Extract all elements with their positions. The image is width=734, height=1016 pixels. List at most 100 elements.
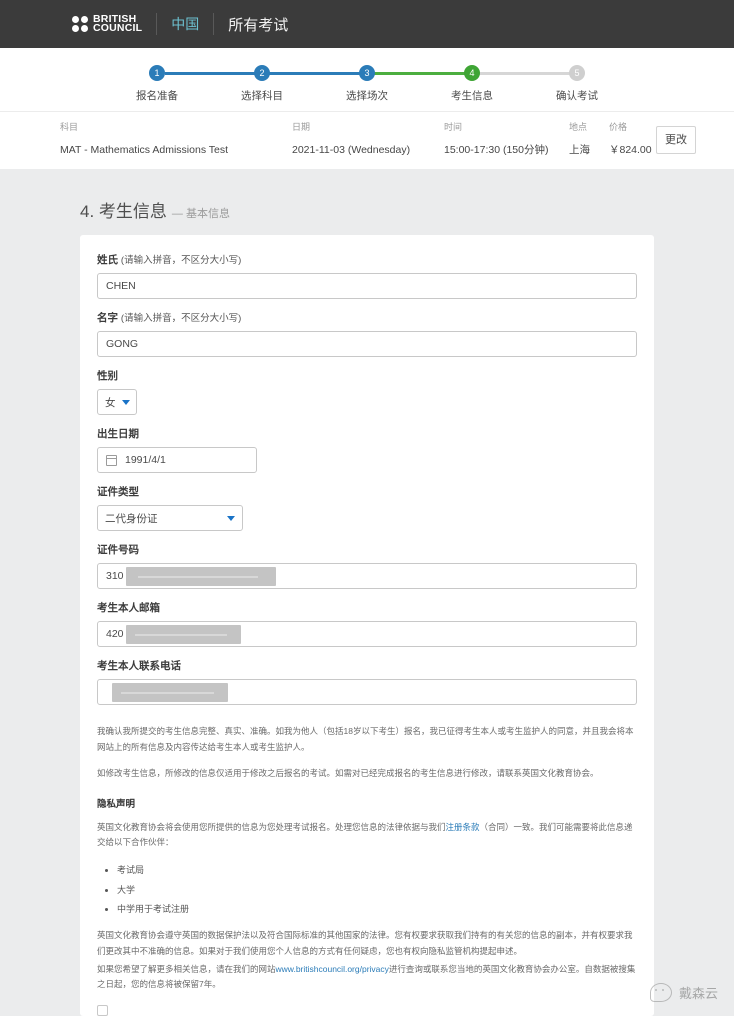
- exam-summary-bar: 科目 日期 时间 地点 价格 MAT - Mathematics Admissi…: [0, 111, 734, 169]
- surname-hint: (请输入拼音，不区分大小写): [120, 255, 242, 266]
- step-4-label: 考生信息: [451, 90, 493, 102]
- summary-header-row: 科目 日期 时间 地点 价格: [60, 120, 674, 142]
- step-3-bullet: 3: [359, 65, 375, 81]
- summary-header-place: 地点: [569, 122, 588, 132]
- chevron-down-icon: [121, 399, 130, 405]
- field-email: 考生本人邮箱 420: [97, 600, 637, 647]
- page-title-text: 4. 考生信息: [80, 202, 167, 221]
- email-value: 420: [106, 628, 124, 640]
- surname-input[interactable]: CHEN: [97, 273, 637, 299]
- step-4-bullet: 4: [464, 65, 480, 81]
- id-type-label: 证件类型: [97, 486, 139, 498]
- summary-date-value: 2021-11-03 (Wednesday): [292, 143, 411, 156]
- legal-paragraph-4: 如果您希望了解更多相关信息，请在我们的网站www.britishcouncil.…: [97, 962, 637, 993]
- change-exam-button[interactable]: 更改: [656, 126, 696, 154]
- given-name-label-text: 名字: [97, 312, 118, 324]
- summary-subject-value: MAT - Mathematics Admissions Test: [60, 143, 229, 156]
- progress-stepper-band: 1 报名准备 2 选择科目 3 选择场次 4 考生信息 5 确认考试: [0, 48, 734, 111]
- privacy-intro-part-a: 英国文化教育协会将会使用您所提供的信息为您处理考试报名。处理您信息的法律依据与我…: [97, 821, 446, 832]
- agreement-row: [97, 1004, 637, 1016]
- nav-divider-2: [213, 13, 215, 35]
- step-3-select-session[interactable]: 3 选择场次: [317, 65, 417, 103]
- given-name-hint: (请输入拼音，不区分大小写): [120, 313, 242, 324]
- watermark-label: 戴森云: [678, 985, 718, 1001]
- field-given-name: 名字 (请输入拼音，不区分大小写) GONG: [97, 310, 637, 357]
- page-subtitle: — 基本信息: [171, 208, 230, 220]
- summary-header-time: 时间: [444, 122, 463, 132]
- step-5-label: 确认考试: [556, 90, 598, 102]
- step-1-registration-prep[interactable]: 1 报名准备: [107, 65, 207, 103]
- surname-label-text: 姓氏: [97, 254, 118, 266]
- summary-place-value: 上海: [569, 144, 590, 156]
- gender-label: 性别: [97, 370, 118, 382]
- privacy-intro: 英国文化教育协会将会使用您所提供的信息为您处理考试报名。处理您信息的法律依据与我…: [97, 820, 637, 851]
- legal-paragraph-2: 如修改考生信息，所修改的信息仅适用于修改之后报名的考试。如需对已经完成报名的考生…: [97, 768, 599, 779]
- summary-header-subject: 科目: [60, 122, 79, 132]
- step-5-bullet: 5: [569, 65, 585, 81]
- legal-paragraph-3: 英国文化教育协会遵守英国的数据保护法以及符合国际标准的其他国家的法律。您有权要求…: [97, 930, 633, 956]
- page-title: 4. 考生信息 — 基本信息: [80, 169, 654, 235]
- main-content: 4. 考生信息 — 基本信息 姓氏 (请输入拼音，不区分大小写) CHEN 名字 …: [0, 169, 734, 1016]
- privacy-statement-heading: 隐私声明: [97, 799, 136, 811]
- nav-all-exams-link[interactable]: 所有考试: [228, 14, 288, 35]
- list-item: 考试局: [117, 862, 637, 879]
- field-surname: 姓氏 (请输入拼音，不区分大小写) CHEN: [97, 252, 637, 299]
- registration-terms-link[interactable]: 注册条款: [446, 822, 480, 832]
- step-3-label: 选择场次: [346, 90, 388, 102]
- id-type-select[interactable]: 二代身份证: [97, 505, 243, 531]
- step-2-bullet: 2: [254, 65, 270, 81]
- email-label: 考生本人邮箱: [97, 602, 160, 614]
- nav-region-link[interactable]: 中国: [171, 14, 199, 34]
- candidate-info-card: 姓氏 (请输入拼音，不区分大小写) CHEN 名字 (请输入拼音，不区分大小写)…: [80, 235, 654, 1016]
- watermark: 戴森云: [649, 982, 718, 1002]
- given-name-input[interactable]: GONG: [97, 331, 637, 357]
- list-item: 中学用于考试注册: [117, 901, 637, 918]
- gender-value: 女: [105, 396, 116, 409]
- birth-date-input[interactable]: 1991/4/1: [97, 447, 257, 473]
- given-name-label: 名字 (请输入拼音，不区分大小写): [97, 310, 637, 325]
- chevron-down-icon: [227, 515, 235, 521]
- calendar-icon: [106, 454, 117, 466]
- field-phone: 考生本人联系电话: [97, 658, 637, 705]
- birth-date-label: 出生日期: [97, 428, 139, 440]
- surname-label: 姓氏 (请输入拼音，不区分大小写): [97, 252, 637, 267]
- legal-para4-part-a: 如果您希望了解更多相关信息，请在我们的网站: [97, 963, 276, 974]
- nav-divider: [156, 13, 158, 35]
- step-2-label: 选择科目: [241, 90, 283, 102]
- legal-text-block: 我确认我所提交的考生信息完整、真实、准确。如我为他人（包括18岁以下考生）报名，…: [97, 724, 637, 1016]
- page-wrapper: BRITISH COUNCIL 中国 所有考试 1 报名准备 2 选择科目 3: [0, 0, 734, 1016]
- field-birth-date: 出生日期 1991/4/1: [97, 426, 637, 473]
- list-item: 大学: [117, 882, 637, 899]
- legal-tail-block: 英国文化教育协会遵守英国的数据保护法以及符合国际标准的其他国家的法律。您有权要求…: [97, 928, 637, 993]
- field-gender: 性别 女: [97, 368, 637, 415]
- wechat-icon: [649, 982, 672, 1002]
- step-5-confirm-exam[interactable]: 5 确认考试: [527, 65, 627, 103]
- phone-redaction: [112, 683, 228, 702]
- email-input[interactable]: 420: [97, 621, 637, 647]
- logo-line-2: COUNCIL: [93, 22, 143, 34]
- field-id-number: 证件号码 310: [97, 542, 637, 589]
- legal-paragraph-1: 我确认我所提交的考生信息完整、真实、准确。如我为他人（包括18岁以下考生）报名，…: [97, 726, 634, 752]
- email-redaction: [126, 625, 241, 644]
- id-number-value: 310: [106, 570, 124, 582]
- step-2-select-subject[interactable]: 2 选择科目: [212, 65, 312, 103]
- summary-value-row: MAT - Mathematics Admissions Test 2021-1…: [60, 142, 674, 157]
- field-id-type: 证件类型 二代身份证: [97, 484, 637, 531]
- british-council-logo[interactable]: BRITISH COUNCIL: [72, 14, 143, 34]
- partners-list: 考试局 大学 中学用于考试注册: [97, 862, 637, 918]
- step-4-candidate-info[interactable]: 4 考生信息: [422, 65, 522, 103]
- phone-input[interactable]: [97, 679, 637, 705]
- logo-text: BRITISH COUNCIL: [93, 14, 143, 34]
- birth-date-value: 1991/4/1: [125, 454, 166, 466]
- id-number-redaction: [126, 567, 276, 586]
- step-1-bullet: 1: [149, 65, 165, 81]
- agreement-checkbox[interactable]: [97, 1004, 108, 1016]
- id-number-label: 证件号码: [97, 544, 139, 556]
- privacy-url-link[interactable]: www.britishcouncil.org/privacy: [276, 964, 389, 974]
- top-navigation-bar: BRITISH COUNCIL 中国 所有考试: [0, 0, 734, 48]
- four-dots-logo-icon: [72, 16, 88, 32]
- id-number-input[interactable]: 310: [97, 563, 637, 589]
- phone-label: 考生本人联系电话: [97, 660, 181, 672]
- id-type-value: 二代身份证: [105, 512, 158, 525]
- gender-select[interactable]: 女: [97, 389, 137, 415]
